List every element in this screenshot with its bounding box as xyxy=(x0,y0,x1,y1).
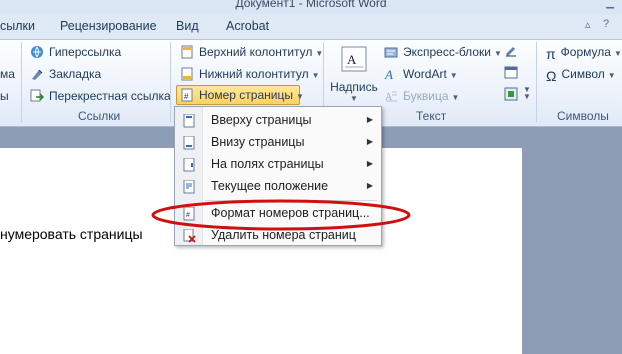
header-label: Верхний колонтитул xyxy=(199,45,313,59)
window-title: Документ1 - Microsoft Word xyxy=(235,0,387,10)
equation-icon: π xyxy=(546,46,556,62)
quickparts-label: Экспресс-блоки xyxy=(403,45,491,59)
chevron-right-icon: ▶ xyxy=(366,181,373,190)
tab-links[interactable]: сылки xyxy=(0,19,35,33)
dropcap-button[interactable]: A Буквица ▼ xyxy=(384,87,459,105)
equation-button[interactable]: π Формула ▼ xyxy=(546,43,622,62)
footer-icon xyxy=(180,67,194,81)
chevron-right-icon: ▶ xyxy=(366,115,373,124)
signature-line-icon[interactable] xyxy=(504,43,518,61)
textbox-icon: A xyxy=(341,46,367,72)
hyperlink-icon xyxy=(30,45,44,59)
footer-label: Нижний колонтитул xyxy=(199,67,309,81)
chevron-down-icon: ▼ xyxy=(613,49,622,58)
text-group-label: Текст xyxy=(416,109,447,123)
menu-item-label: На полях страницы xyxy=(211,157,324,171)
object-icon[interactable] xyxy=(504,87,518,105)
cross-reference-icon xyxy=(30,89,44,103)
page-margins-icon xyxy=(182,157,196,172)
equation-label: Формула xyxy=(560,45,611,59)
tab-review[interactable]: Рецензирование xyxy=(60,19,157,33)
links-group-label: Ссылки xyxy=(78,109,121,123)
wordart-button[interactable]: A WordArt ▼ xyxy=(384,65,458,83)
page-number-button[interactable]: # Номер страницы ▼ xyxy=(176,85,304,105)
minimize-ribbon-icon[interactable]: ▵ xyxy=(585,18,591,31)
wordart-icon: A xyxy=(384,67,398,81)
group-separator xyxy=(21,42,22,122)
cross-reference-button[interactable]: Перекрестная ссылка xyxy=(30,87,171,105)
tab-view[interactable]: Вид xyxy=(176,19,199,33)
svg-text:#: # xyxy=(184,92,189,101)
symbols-group-label: Символы xyxy=(557,109,609,123)
chevron-down-icon: ▼ xyxy=(523,92,531,101)
footer-button[interactable]: Нижний колонтитул ▼ xyxy=(180,65,320,83)
page-bottom-icon xyxy=(182,135,196,150)
hyperlink-button[interactable]: Гиперссылка xyxy=(30,43,121,61)
help-icon[interactable]: ? xyxy=(603,18,609,30)
chevron-down-icon: ▼ xyxy=(295,92,304,101)
group-separator xyxy=(536,42,537,122)
menu-item-label: Внизу страницы xyxy=(211,135,305,149)
group-separator xyxy=(170,42,171,122)
quickparts-icon xyxy=(384,45,398,59)
document-text[interactable]: нумеровать страницы xyxy=(0,226,143,242)
quickparts-button[interactable]: Экспресс-блоки ▼ xyxy=(384,43,502,61)
menu-item-bottom-of-page[interactable]: Внизу страницы ▶ xyxy=(175,132,381,154)
chevron-right-icon: ▶ xyxy=(366,159,373,168)
chevron-down-icon: ▼ xyxy=(493,49,502,58)
page-number-label: Номер страницы xyxy=(199,88,293,102)
chevron-down-icon: ▼ xyxy=(311,71,320,80)
chevron-right-icon: ▶ xyxy=(366,137,373,146)
textbox-label: Надпись xyxy=(330,80,378,94)
svg-text:A: A xyxy=(384,67,393,81)
window-controls[interactable]: ▁ xyxy=(606,0,614,9)
date-time-icon[interactable] xyxy=(504,65,518,83)
header-button[interactable]: Верхний колонтитул ▼ xyxy=(180,43,323,61)
chevron-down-icon: ▼ xyxy=(451,93,460,102)
partial-ribbon-label-1[interactable]: ма xyxy=(0,65,15,83)
annotation-ellipse xyxy=(151,199,411,231)
page-top-icon xyxy=(182,113,196,128)
hyperlink-label: Гиперссылка xyxy=(49,45,122,59)
current-position-icon xyxy=(182,179,196,194)
svg-text:A: A xyxy=(347,52,357,67)
menu-item-current-position[interactable]: Текущее положение ▶ xyxy=(175,176,381,198)
dropcap-label: Буквица xyxy=(403,89,449,103)
chevron-down-icon: ▼ xyxy=(449,71,458,80)
title-bar: Документ1 - Microsoft Word ▁ xyxy=(0,0,622,14)
textbox-button[interactable]: A Надпись ▼ xyxy=(330,46,378,104)
page-number-icon: # xyxy=(180,88,194,102)
wordart-label: WordArt xyxy=(403,67,447,81)
bookmark-label: Закладка xyxy=(49,67,102,81)
menu-item-label: Вверху страницы xyxy=(211,113,312,127)
header-icon xyxy=(180,45,194,59)
cross-reference-label: Перекрестная ссылка xyxy=(49,89,171,103)
menu-item-label: Текущее положение xyxy=(211,179,329,193)
tab-acrobat[interactable]: Acrobat xyxy=(226,19,269,33)
menu-item-top-of-page[interactable]: Вверху страницы ▶ xyxy=(175,110,381,132)
bookmark-button[interactable]: Закладка xyxy=(30,65,101,83)
menu-item-page-margins[interactable]: На полях страницы ▶ xyxy=(175,154,381,176)
chevron-down-icon: ▼ xyxy=(607,71,616,80)
chevron-down-icon: ▼ xyxy=(350,94,358,103)
symbol-button[interactable]: Ω Символ ▼ xyxy=(546,65,616,84)
partial-ribbon-label-2[interactable]: ы xyxy=(0,87,9,105)
ribbon-tabs: сылки Рецензирование Вид Acrobat ▵ ? xyxy=(0,14,622,40)
symbol-icon: Ω xyxy=(546,68,557,84)
dropcap-icon: A xyxy=(384,89,398,103)
symbol-label: Символ xyxy=(561,67,605,81)
bookmark-icon xyxy=(30,67,44,81)
